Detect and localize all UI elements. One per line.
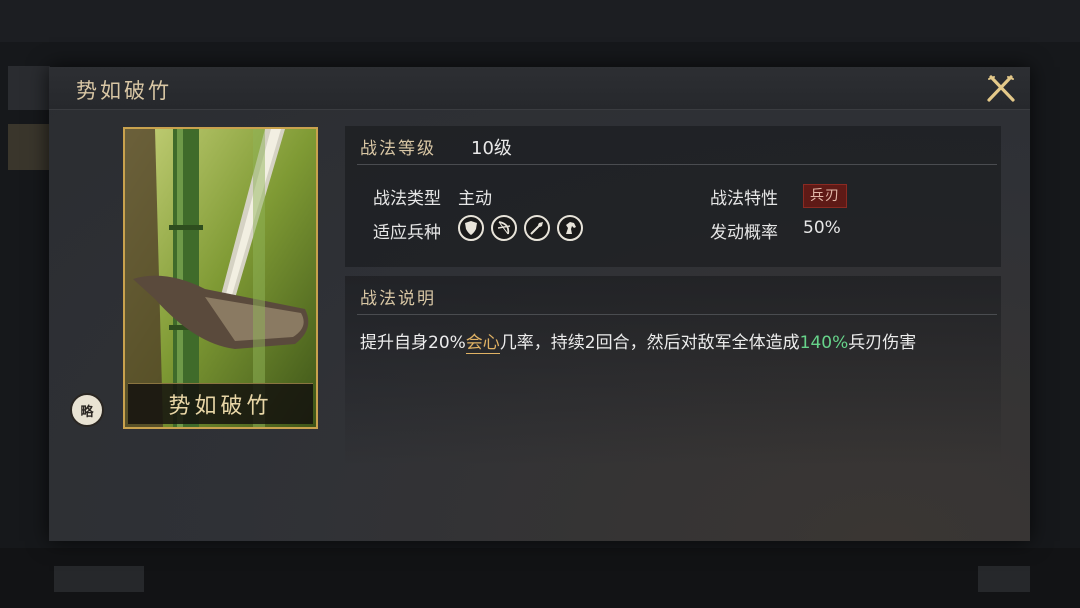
shield-icon bbox=[458, 215, 484, 241]
strategy-badge-label: 略 bbox=[80, 404, 94, 420]
rate-value: 50% bbox=[803, 218, 841, 238]
background-tab bbox=[8, 124, 50, 170]
trait-label: 战法特性 bbox=[710, 189, 778, 209]
divider bbox=[357, 164, 997, 165]
crit-keyword-link[interactable]: 会心 bbox=[465, 333, 500, 354]
close-button[interactable] bbox=[985, 73, 1017, 105]
background-top-bar bbox=[0, 0, 1080, 42]
skill-info-panel: 战法等级 10级 战法类型 主动 战法特性 兵刃 适应兵种 发动概率 50% bbox=[345, 126, 1001, 267]
horse-icon bbox=[557, 215, 583, 241]
strategy-badge-button[interactable]: 略 bbox=[70, 393, 104, 427]
background-button bbox=[978, 566, 1030, 592]
damage-rate-value: 140% bbox=[799, 333, 849, 353]
description-header: 战法说明 bbox=[360, 289, 436, 309]
type-value: 主动 bbox=[458, 189, 492, 209]
description-part: 几率，持续2回合，然后对敌军全体造成 bbox=[499, 333, 800, 353]
description-text: 提升自身20%会心几率，持续2回合，然后对敌军全体造成140%兵刃伤害 bbox=[360, 328, 917, 354]
level-label: 战法等级 bbox=[360, 139, 436, 159]
description-part: 兵刃伤害 bbox=[848, 333, 917, 353]
troops-label: 适应兵种 bbox=[373, 223, 441, 243]
dialog-title: 势如破竹 bbox=[76, 79, 172, 103]
rate-label: 发动概率 bbox=[710, 223, 778, 243]
spear-icon bbox=[524, 215, 550, 241]
divider bbox=[357, 314, 997, 315]
background-tab bbox=[8, 66, 50, 110]
background-bottom-bar bbox=[0, 548, 1080, 608]
level-value: 10级 bbox=[471, 138, 512, 159]
bow-icon bbox=[491, 215, 517, 241]
type-label: 战法类型 bbox=[373, 189, 441, 209]
background-button bbox=[54, 566, 144, 592]
description-part: 提升自身20% bbox=[360, 333, 466, 353]
skill-card-namebar: 势如破竹 bbox=[128, 383, 313, 424]
skill-card: 势如破竹 bbox=[123, 127, 318, 429]
close-icon bbox=[987, 75, 1015, 102]
dialog-titlebar: 势如破竹 bbox=[49, 67, 1030, 110]
skill-detail-dialog: 势如破竹 势如破竹 略 战法等级 10级 战法类型 主动 战法特性 兵刃 适应兵… bbox=[49, 67, 1030, 541]
skill-description-panel: 战法说明 提升自身20%会心几率，持续2回合，然后对敌军全体造成140%兵刃伤害 bbox=[345, 276, 1001, 466]
trait-badge: 兵刃 bbox=[803, 184, 847, 208]
skill-card-name: 势如破竹 bbox=[168, 394, 273, 419]
